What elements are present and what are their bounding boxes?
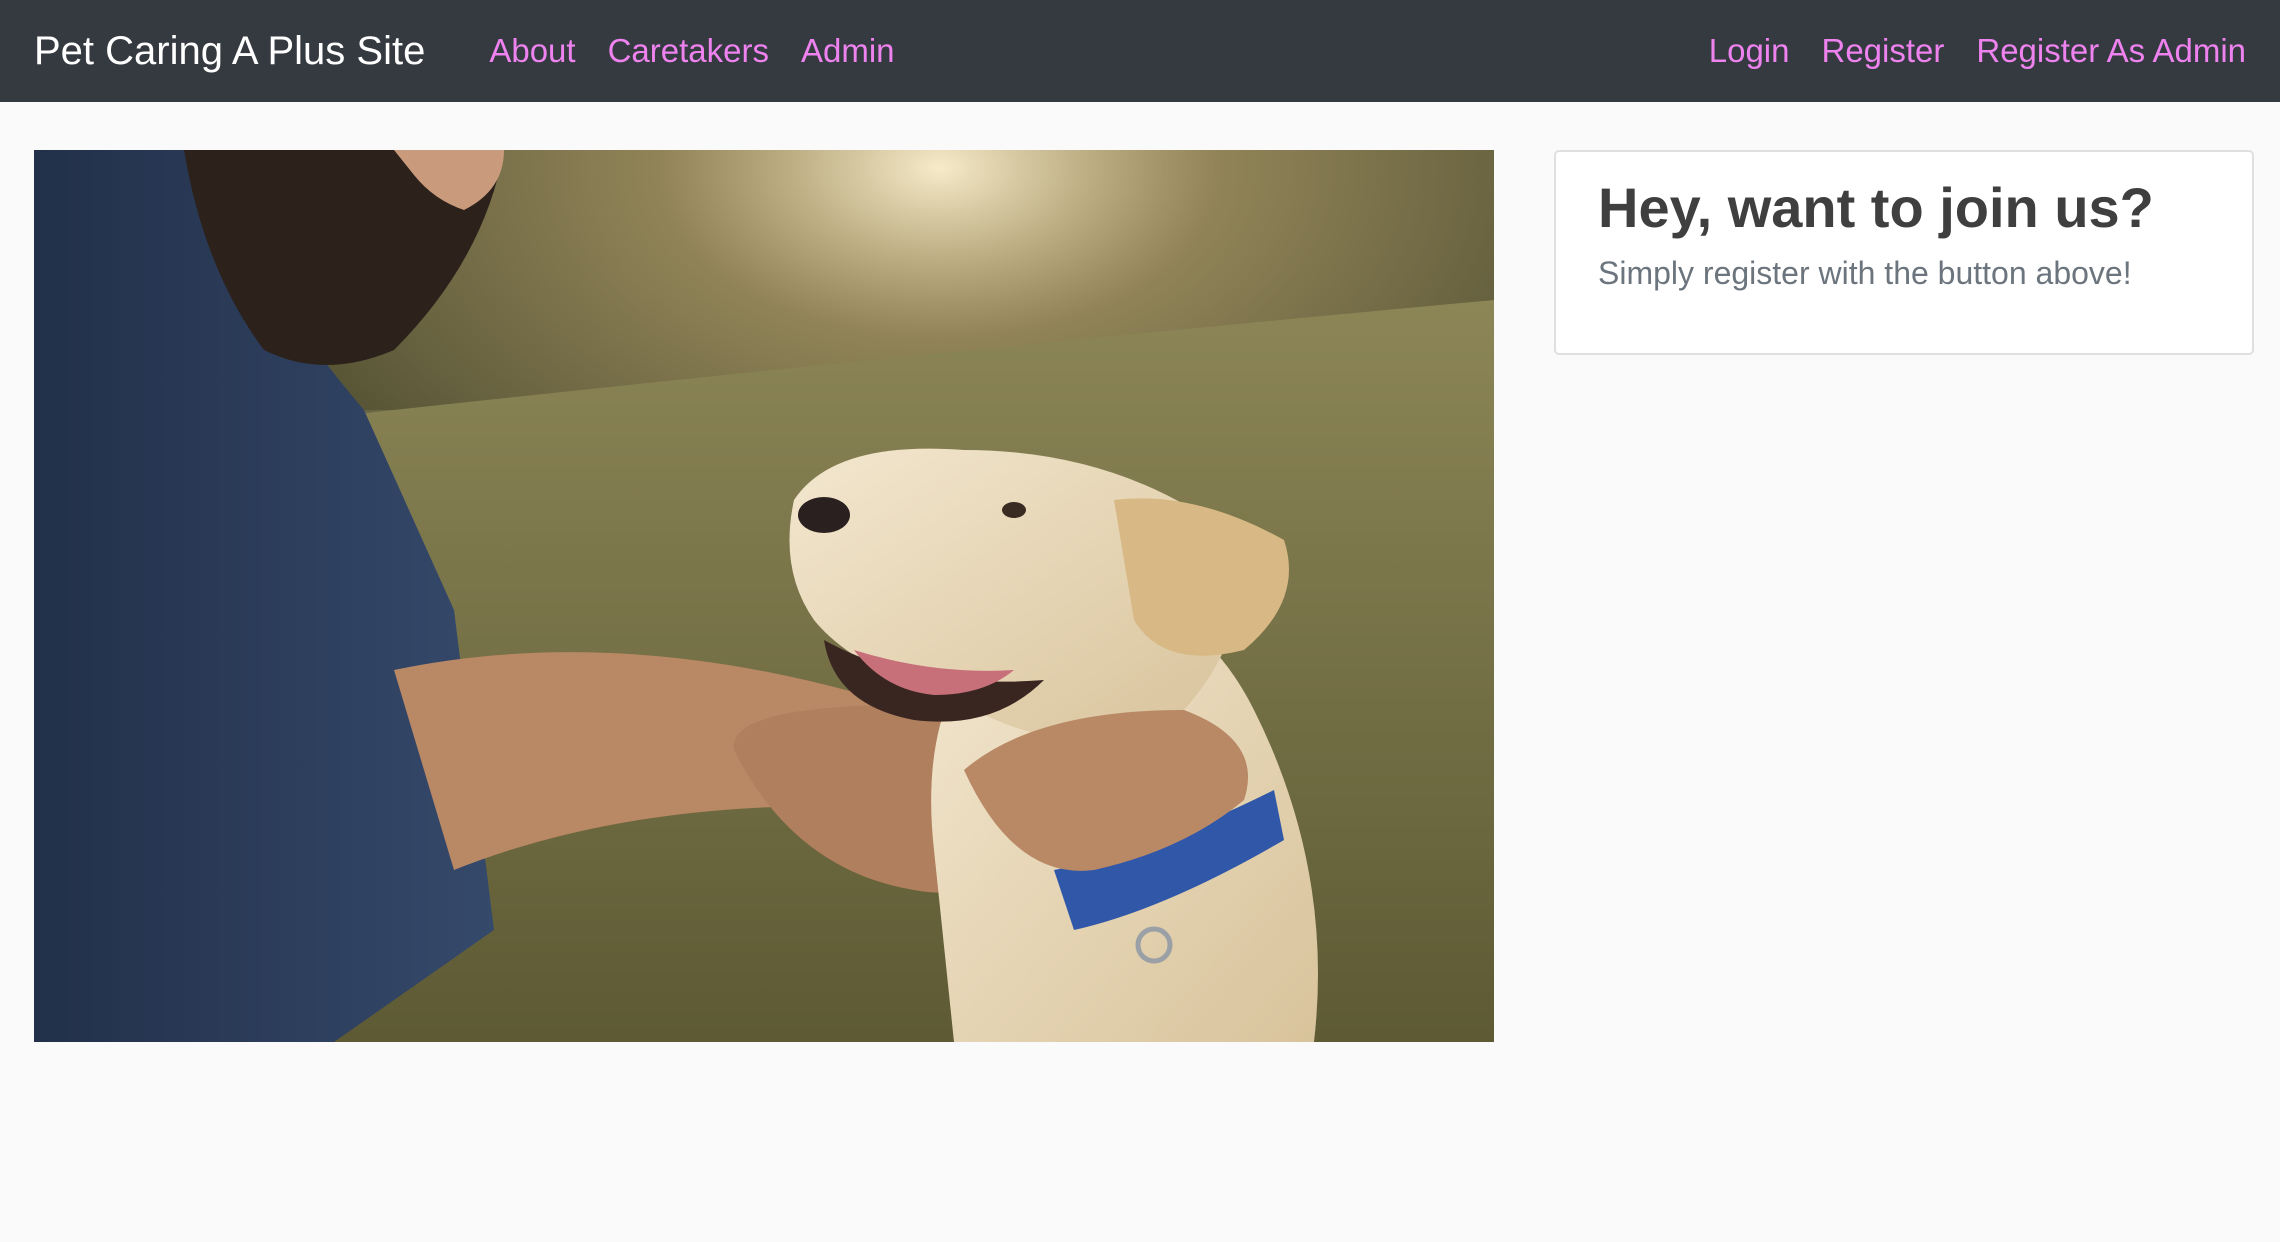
nav-right-links: Login Register Register As Admin: [1677, 32, 2246, 70]
join-card: Hey, want to join us? Simply register wi…: [1554, 150, 2254, 355]
nav-link-caretakers[interactable]: Caretakers: [608, 32, 769, 70]
hero-photo-illustration: [34, 150, 1494, 1042]
nav-link-admin[interactable]: Admin: [801, 32, 895, 70]
nav-link-register-admin[interactable]: Register As Admin: [1976, 32, 2246, 70]
join-card-text: Simply register with the button above!: [1598, 255, 2132, 292]
nav-link-login[interactable]: Login: [1709, 32, 1790, 70]
top-navbar: Pet Caring A Plus Site About Caretakers …: [0, 0, 2280, 102]
nav-link-register[interactable]: Register: [1821, 32, 1944, 70]
nav-link-about[interactable]: About: [489, 32, 575, 70]
site-brand[interactable]: Pet Caring A Plus Site: [34, 29, 425, 74]
nav-left-links: About Caretakers Admin: [489, 32, 926, 70]
join-card-title: Hey, want to join us?: [1598, 176, 2154, 239]
hero-image: [34, 150, 1494, 1042]
